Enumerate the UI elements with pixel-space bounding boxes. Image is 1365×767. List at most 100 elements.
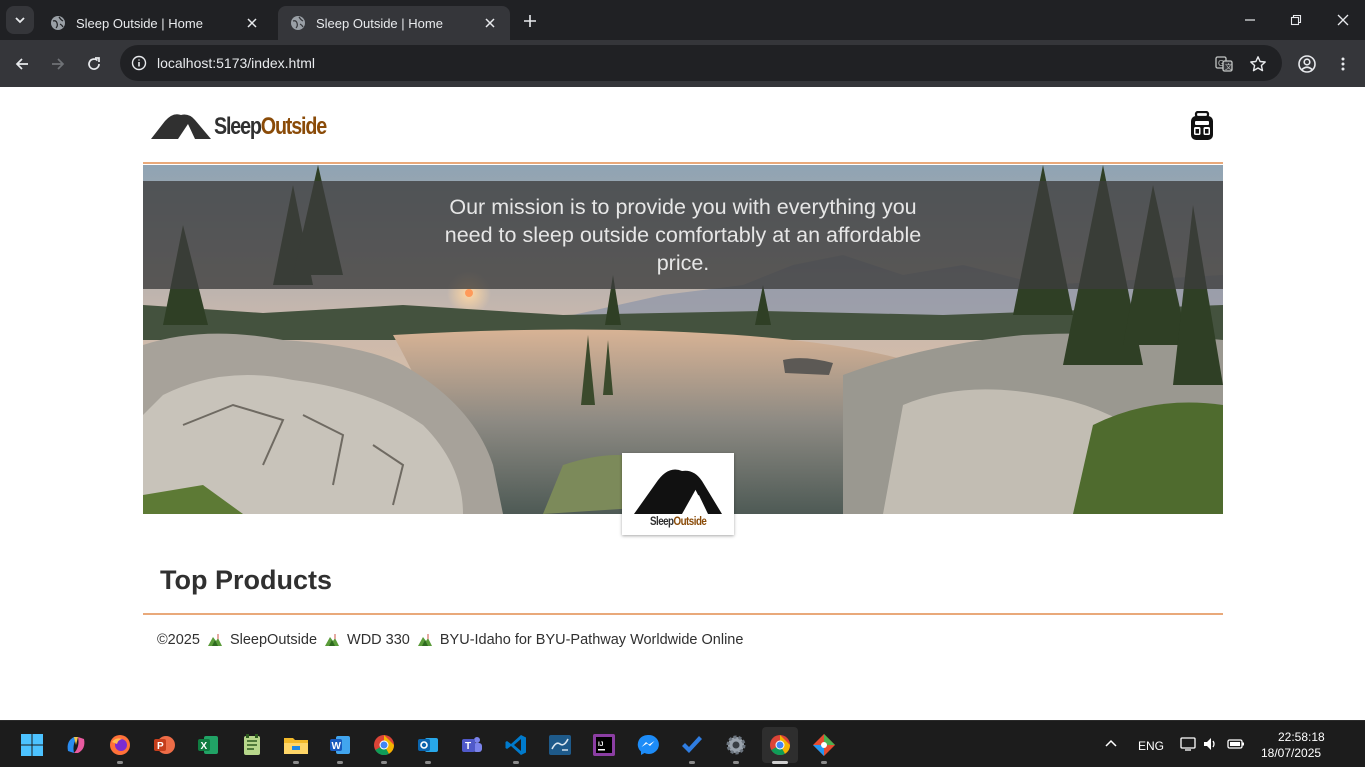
- taskbar-intellij[interactable]: IJ: [586, 727, 622, 763]
- address-bar[interactable]: localhost:5173/index.html G文: [120, 45, 1282, 81]
- close-tab-icon[interactable]: [244, 15, 260, 31]
- taskbar-excel[interactable]: X: [190, 727, 226, 763]
- outlook-icon: [418, 738, 438, 752]
- start-button[interactable]: [14, 727, 50, 763]
- taskbar-settings[interactable]: [718, 727, 754, 764]
- site-header: SleepOutside: [143, 87, 1223, 164]
- url-text[interactable]: localhost:5173/index.html: [157, 55, 1282, 71]
- taskbar-firefox[interactable]: [102, 727, 138, 764]
- footer-brand: SleepOutside: [229, 632, 318, 648]
- account-icon: [1298, 55, 1316, 73]
- arrow-left-icon: [15, 58, 28, 70]
- firefox-icon: [110, 735, 130, 755]
- reload-icon: [88, 57, 100, 70]
- mission-banner: Our mission is to provide you with every…: [143, 181, 1223, 289]
- running-indicator: [293, 761, 299, 764]
- minimize-button[interactable]: [1238, 8, 1262, 32]
- bookmark-star-icon[interactable]: [1248, 54, 1268, 74]
- reload-button[interactable]: [81, 51, 107, 77]
- new-tab-button[interactable]: [518, 9, 542, 33]
- running-indicator: [772, 761, 788, 764]
- browser-toolbar: localhost:5173/index.html G文: [0, 40, 1365, 87]
- globe-icon: [291, 16, 305, 30]
- translate-icon[interactable]: G文: [1214, 54, 1234, 74]
- close-tab-icon[interactable]: [482, 15, 498, 31]
- word-icon: W: [330, 736, 350, 754]
- taskbar-notepad[interactable]: [234, 727, 270, 763]
- minimize-icon: [1245, 19, 1255, 21]
- svg-text:IJ: IJ: [598, 741, 604, 748]
- restore-button[interactable]: [1284, 8, 1308, 32]
- taskbar-file-explorer[interactable]: [278, 727, 314, 764]
- powerpoint-icon: P: [154, 736, 175, 754]
- taskbar-copilot[interactable]: [58, 727, 94, 763]
- todo-icon: [682, 736, 702, 753]
- restore-icon: [1290, 14, 1302, 26]
- taskbar-outlook[interactable]: [410, 727, 446, 764]
- back-button[interactable]: [9, 51, 35, 77]
- logo-wordmark: SleepOutside: [214, 113, 327, 140]
- plus-icon: [524, 15, 536, 27]
- site-info-icon[interactable]: [130, 54, 148, 72]
- running-indicator: [337, 761, 343, 764]
- browser-tab[interactable]: Sleep Outside | Home: [38, 6, 272, 40]
- chevron-up-icon: [1105, 739, 1117, 747]
- svg-text:P: P: [157, 741, 164, 752]
- mysql-workbench-icon: [549, 735, 571, 755]
- file-explorer-icon: [284, 738, 308, 754]
- footer-course: WDD 330: [347, 632, 410, 648]
- site-logo-link[interactable]: SleepOutside: [151, 112, 351, 140]
- volume-icon[interactable]: [1201, 735, 1219, 753]
- close-icon: [1337, 14, 1349, 26]
- clock-date[interactable]: 18/07/2025: [1261, 746, 1321, 760]
- browser-tab-active[interactable]: Sleep Outside | Home: [278, 6, 510, 40]
- taskbar-git[interactable]: [806, 727, 842, 764]
- tab-title: Sleep Outside | Home: [316, 15, 443, 31]
- more-vert-icon: [1341, 57, 1345, 71]
- taskbar-chrome-active[interactable]: [762, 727, 798, 764]
- arrow-right-icon: [52, 58, 65, 70]
- taskbar-vscode[interactable]: [498, 727, 534, 764]
- running-indicator: [689, 761, 695, 764]
- running-indicator: [425, 761, 431, 764]
- footer-school: BYU-Idaho for BYU-Pathway Worldwide Onli…: [439, 632, 744, 648]
- show-hidden-icons-button[interactable]: [1102, 735, 1120, 753]
- footer-copyright: ©2025: [157, 632, 200, 648]
- taskbar-messenger[interactable]: [630, 727, 666, 763]
- network-icon[interactable]: [1179, 735, 1197, 753]
- taskbar-chrome[interactable]: [366, 727, 402, 764]
- taskbar-powerpoint[interactable]: P: [146, 727, 182, 763]
- taskbar-word[interactable]: W: [322, 727, 358, 764]
- profile-button[interactable]: [1294, 51, 1320, 77]
- taskbar-mysql-workbench[interactable]: [542, 727, 578, 763]
- svg-text:W: W: [332, 741, 342, 752]
- git-icon: [813, 734, 835, 756]
- tab-title: Sleep Outside | Home: [76, 15, 203, 31]
- mission-statement: Our mission is to provide you with every…: [444, 195, 922, 275]
- hero-logo-badge: SleepOutside: [622, 453, 734, 535]
- excel-icon: X: [198, 736, 218, 754]
- cart-link[interactable]: [1188, 110, 1216, 141]
- intellij-icon: IJ: [593, 734, 615, 756]
- running-indicator: [513, 761, 519, 764]
- browser-tab-strip: Sleep Outside | Home Sleep Outside | Hom…: [0, 0, 1365, 40]
- clock-time[interactable]: 22:58:18: [1278, 730, 1325, 744]
- camping-tent-icon: [325, 634, 340, 646]
- tent-logo-icon: [151, 114, 211, 139]
- taskbar-teams[interactable]: T: [454, 727, 490, 763]
- forward-button[interactable]: [45, 51, 71, 77]
- taskbar-todo[interactable]: [674, 727, 710, 764]
- tab-search-button[interactable]: [6, 6, 34, 34]
- battery-icon[interactable]: [1227, 735, 1245, 753]
- svg-text:文: 文: [1225, 62, 1232, 71]
- input-language[interactable]: ENG: [1138, 739, 1164, 753]
- vscode-icon: [505, 735, 526, 755]
- running-indicator: [117, 761, 123, 764]
- chrome-icon: [374, 735, 395, 756]
- browser-menu-button[interactable]: [1330, 51, 1356, 77]
- teams-icon: T: [462, 737, 482, 752]
- chrome-icon: [770, 735, 791, 756]
- backpack-cart-icon: [1191, 110, 1213, 140]
- running-indicator: [821, 761, 827, 764]
- close-window-button[interactable]: [1331, 8, 1355, 32]
